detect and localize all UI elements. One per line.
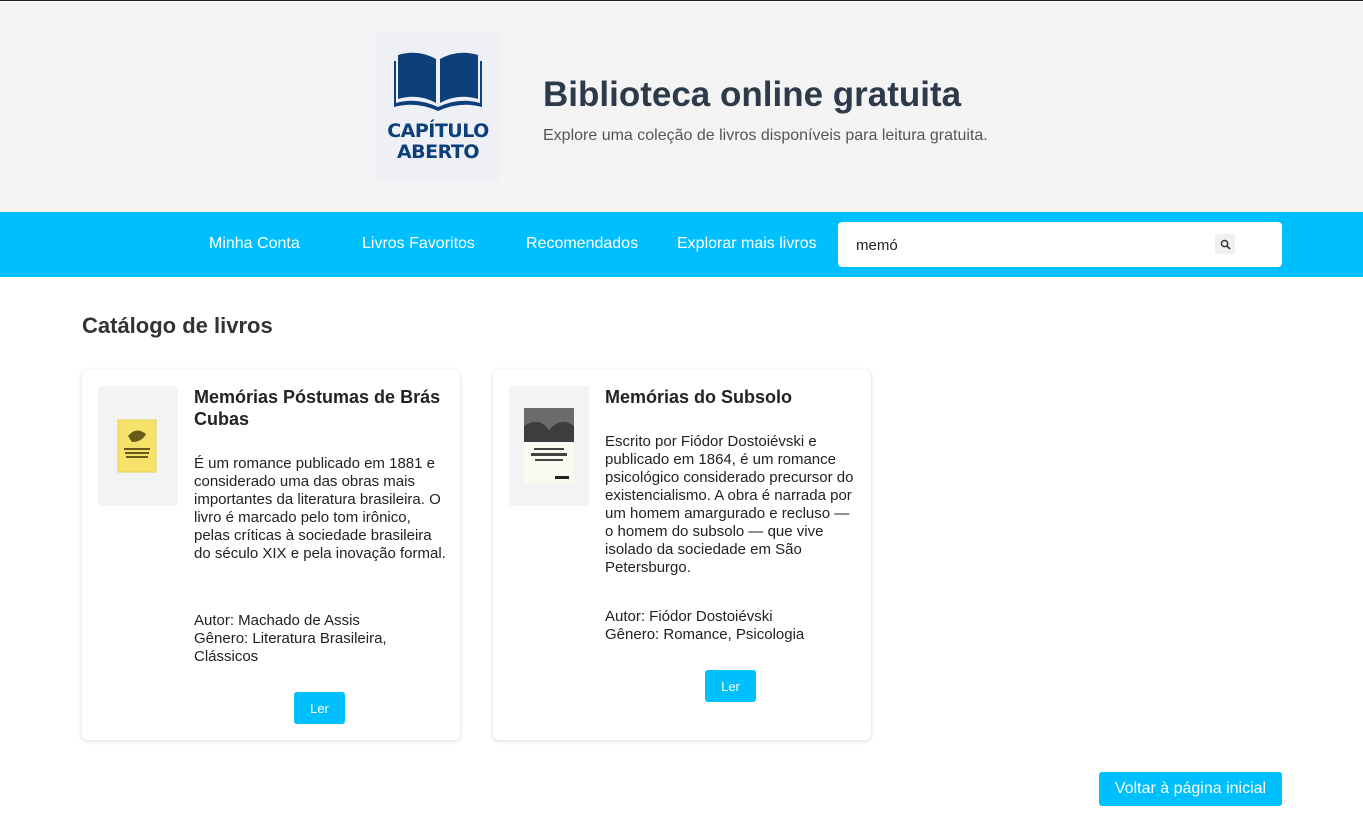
search-input[interactable]	[856, 234, 1216, 256]
search-icon	[1220, 239, 1231, 250]
book-card: Memórias do Subsolo Escrito por Fiódor D…	[493, 370, 871, 740]
logo-line-1: CAPÍTULO	[387, 120, 489, 142]
main-navbar: Minha Conta Livros Favoritos Recomendado…	[0, 212, 1363, 277]
read-button[interactable]: Ler	[294, 692, 345, 724]
book-card: Memórias Póstumas de Brás Cubas É um rom…	[82, 370, 460, 740]
book-title: Memórias Póstumas de Brás Cubas	[194, 387, 441, 429]
nav-minha-conta[interactable]: Minha Conta	[209, 235, 300, 253]
site-subtitle: Explore uma coleção de livros disponívei…	[543, 127, 988, 144]
site-header: CAPÍTULO ABERTO Biblioteca online gratui…	[0, 1, 1363, 212]
book-genre: Gênero: Literatura Brasileira, Clássicos	[194, 630, 387, 665]
logo-line-2: ABERTO	[396, 141, 480, 163]
book-description: Escrito por Fiódor Dostoiévski e publica…	[605, 433, 854, 576]
book-cover-image	[117, 419, 157, 473]
book-cover[interactable]	[98, 386, 178, 506]
book-author: Autor: Machado de Assis	[194, 612, 360, 629]
book-title: Memórias do Subsolo	[605, 387, 793, 407]
search-button[interactable]	[1215, 234, 1235, 254]
nav-explorar-mais-livros[interactable]: Explorar mais livros	[677, 235, 817, 253]
read-button[interactable]: Ler	[705, 670, 756, 702]
catalog-title: Catálogo de livros	[82, 313, 273, 338]
search-box	[838, 222, 1282, 267]
back-to-home-button[interactable]: Voltar à página inicial	[1099, 772, 1282, 806]
book-author: Autor: Fiódor Dostoiévski	[605, 608, 773, 625]
nav-livros-favoritos[interactable]: Livros Favoritos	[362, 235, 475, 253]
book-cover-image	[524, 408, 574, 483]
nav-recomendados[interactable]: Recomendados	[526, 235, 638, 253]
book-genre: Gênero: Romance, Psicologia	[605, 626, 805, 643]
book-description: É um romance publicado em 1881 e conside…	[194, 455, 446, 562]
site-title: Biblioteca online gratuita	[543, 75, 962, 114]
open-book-icon	[394, 52, 482, 111]
site-logo[interactable]: CAPÍTULO ABERTO	[376, 31, 500, 181]
book-cover[interactable]	[509, 386, 589, 506]
